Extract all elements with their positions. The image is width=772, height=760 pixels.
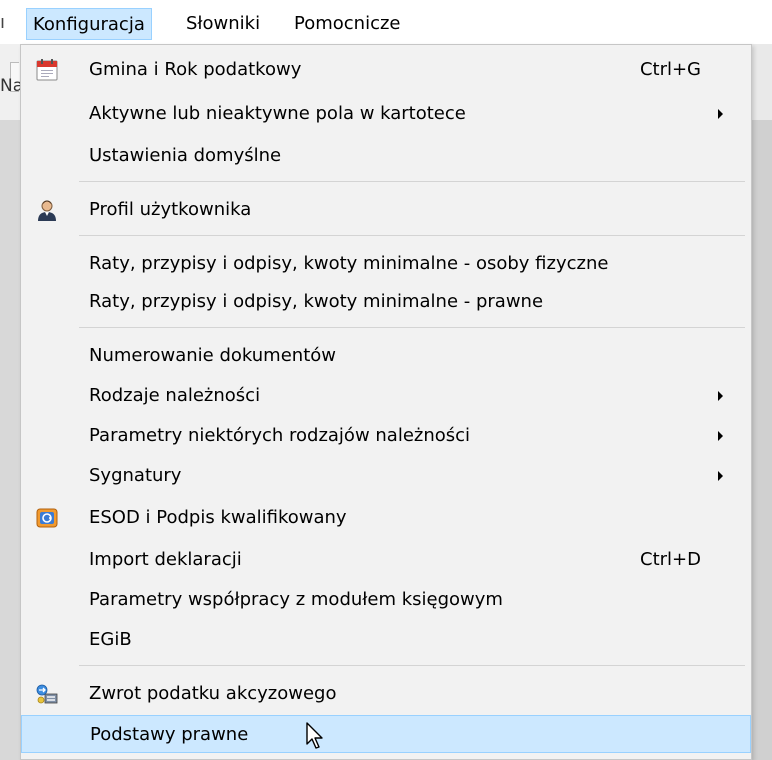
menu-item-label: Gmina i Rok podatkowy (89, 59, 302, 80)
menu-item-podstawy-prawne[interactable]: Podstawy prawne (21, 715, 751, 753)
menu-item-profil-uzytkownika[interactable]: Profil użytkownika (21, 191, 751, 229)
menu-item-label: Podstawy prawne (90, 724, 249, 745)
menu-item-gmina-rok[interactable]: Gmina i Rok podatkowy Ctrl+G (21, 51, 751, 89)
menu-item-label: Parametry współpracy z modułem księgowym (89, 589, 503, 610)
menu-item-label: Sygnatury (89, 465, 182, 486)
menu-item-label: EGiB (89, 629, 132, 650)
submenu-arrow-icon (718, 391, 723, 401)
menu-item-label: Raty, przypisy i odpisy, kwoty minimalne… (89, 291, 544, 312)
esod-icon (35, 506, 59, 530)
shortcut-label: Ctrl+D (640, 549, 701, 570)
menu-item-ustawienia-domyslne[interactable]: Ustawienia domyślne (21, 137, 751, 175)
menu-separator (79, 327, 745, 328)
shortcut-label: Ctrl+G (639, 59, 701, 80)
mouse-cursor-icon (306, 722, 323, 749)
konfiguracja-dropdown: Gmina i Rok podatkowy Ctrl+G Aktywne lub… (20, 44, 752, 760)
menu-item-egib[interactable]: EGiB (21, 621, 751, 659)
background-window-right-gray (752, 120, 772, 760)
menu-pomocnicze[interactable]: Pomocnicze (288, 8, 407, 40)
menu-item-zwrot-podatku[interactable]: Zwrot podatku akcyzowego (21, 675, 751, 713)
menu-slowniki[interactable]: Słowniki (180, 8, 266, 40)
menu-item-label: Parametry niektórych rodzajów należności (89, 425, 471, 446)
submenu-arrow-icon (718, 471, 723, 481)
menu-item-label: Aktywne lub nieaktywne pola w kartotece (89, 103, 466, 124)
menubar: ı Konfiguracja Słowniki Pomocnicze (0, 0, 772, 44)
menubar-edge-fragment: ı (0, 12, 6, 33)
menu-item-import-deklaracji[interactable]: Import deklaracji Ctrl+D (21, 541, 751, 579)
excise-refund-icon (35, 682, 59, 706)
menu-item-label: Numerowanie dokumentów (89, 345, 336, 366)
menu-item-aktywne-pola[interactable]: Aktywne lub nieaktywne pola w kartotece (21, 95, 751, 133)
menu-item-label: ESOD i Podpis kwalifikowany (89, 507, 347, 528)
submenu-arrow-icon (718, 431, 723, 441)
submenu-arrow-icon (718, 109, 723, 119)
menu-item-label: Import deklaracji (89, 549, 242, 570)
menu-item-numerowanie-dokumentow[interactable]: Numerowanie dokumentów (21, 337, 751, 375)
menu-separator (79, 181, 745, 182)
menu-konfiguracja[interactable]: Konfiguracja (26, 8, 152, 40)
menu-item-parametry-rodzajow[interactable]: Parametry niektórych rodzajów należności (21, 417, 751, 455)
background-edge-text: Na (0, 76, 20, 96)
menu-item-rodzaje-naleznosci[interactable]: Rodzaje należności (21, 377, 751, 415)
menu-item-raty-prawne[interactable]: Raty, przypisy i odpisy, kwoty minimalne… (21, 283, 751, 321)
menu-separator (79, 665, 745, 666)
menu-item-label: Ustawienia domyślne (89, 145, 282, 166)
background-window-left-gray (0, 120, 20, 760)
menu-item-label: Profil użytkownika (89, 199, 252, 220)
menu-item-label: Rodzaje należności (89, 385, 261, 406)
menu-item-sygnatury[interactable]: Sygnatury (21, 457, 751, 495)
menu-item-parametry-wspolpracy[interactable]: Parametry współpracy z modułem księgowym (21, 581, 751, 619)
menu-separator (79, 235, 745, 236)
user-profile-icon (35, 198, 59, 222)
menu-item-label: Raty, przypisy i odpisy, kwoty minimalne… (89, 253, 609, 274)
menu-item-raty-osoby-fizyczne[interactable]: Raty, przypisy i odpisy, kwoty minimalne… (21, 245, 751, 283)
menu-item-esod-podpis[interactable]: ESOD i Podpis kwalifikowany (21, 499, 751, 537)
calendar-icon (35, 58, 59, 82)
menu-item-label: Zwrot podatku akcyzowego (89, 683, 337, 704)
